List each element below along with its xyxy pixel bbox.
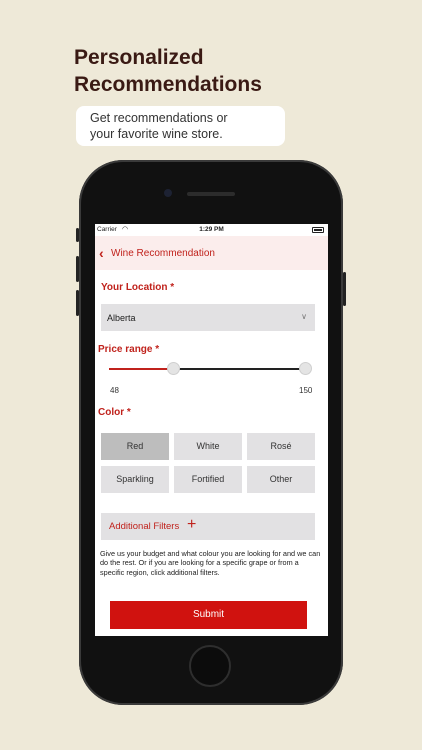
price-min-thumb[interactable] bbox=[167, 362, 180, 375]
price-max-thumb[interactable] bbox=[299, 362, 312, 375]
price-range-slider[interactable] bbox=[109, 362, 312, 375]
promo-headline-line2: Recommendations bbox=[74, 73, 262, 96]
app-screen: Carrier ◠ 1:29 PM ‹ Wine Recommendation … bbox=[95, 224, 328, 636]
promo-headline: Personalized Recommendations bbox=[74, 44, 262, 98]
power-button bbox=[343, 272, 346, 306]
mute-switch bbox=[76, 228, 79, 242]
promo-subtitle-line2: your favorite wine store. bbox=[90, 126, 223, 141]
additional-filters-label: Additional Filters bbox=[109, 521, 180, 532]
home-button[interactable] bbox=[189, 645, 231, 687]
chevron-left-icon[interactable]: ‹ bbox=[99, 245, 104, 261]
promo-subtitle-line1: Get recommendations or bbox=[90, 111, 228, 125]
plus-icon: + bbox=[187, 516, 197, 533]
color-chip-fortified[interactable]: Fortified bbox=[174, 466, 242, 493]
additional-filters-button[interactable]: Additional Filters + bbox=[101, 513, 315, 540]
phone-frame: Carrier ◠ 1:29 PM ‹ Wine Recommendation … bbox=[76, 160, 346, 705]
price-max-value: 150 bbox=[299, 386, 313, 395]
nav-title: Wine Recommendation bbox=[111, 248, 215, 259]
promo-subtitle-card: Get recommendations or your favorite win… bbox=[76, 106, 285, 146]
color-label: Color * bbox=[98, 407, 131, 418]
price-range-label: Price range * bbox=[98, 344, 160, 355]
volume-down-button bbox=[76, 290, 79, 316]
status-time: 1:29 PM bbox=[199, 226, 224, 233]
help-text: Give us your budget and what colour you … bbox=[100, 549, 321, 577]
earpiece-speaker bbox=[187, 192, 235, 196]
status-bar: Carrier ◠ 1:29 PM bbox=[95, 224, 328, 236]
color-chip-other[interactable]: Other bbox=[247, 466, 315, 493]
promo-headline-line1: Personalized bbox=[74, 46, 204, 69]
color-chip-rose[interactable]: Rosé bbox=[247, 433, 315, 460]
location-select[interactable]: Alberta ∨ bbox=[101, 304, 315, 331]
color-chip-white[interactable]: White bbox=[174, 433, 242, 460]
chevron-down-icon: ∨ bbox=[301, 312, 307, 321]
color-chip-red[interactable]: Red bbox=[101, 433, 169, 460]
battery-icon bbox=[312, 227, 324, 233]
submit-button[interactable]: Submit bbox=[110, 601, 307, 629]
front-camera bbox=[164, 189, 172, 197]
price-min-value: 48 bbox=[110, 386, 119, 395]
price-range-fill bbox=[109, 368, 173, 370]
volume-up-button bbox=[76, 256, 79, 282]
location-value: Alberta bbox=[107, 313, 136, 323]
location-label: Your Location * bbox=[101, 282, 175, 293]
color-chip-sparkling[interactable]: Sparkling bbox=[101, 466, 169, 493]
navigation-bar: ‹ Wine Recommendation bbox=[95, 236, 328, 270]
